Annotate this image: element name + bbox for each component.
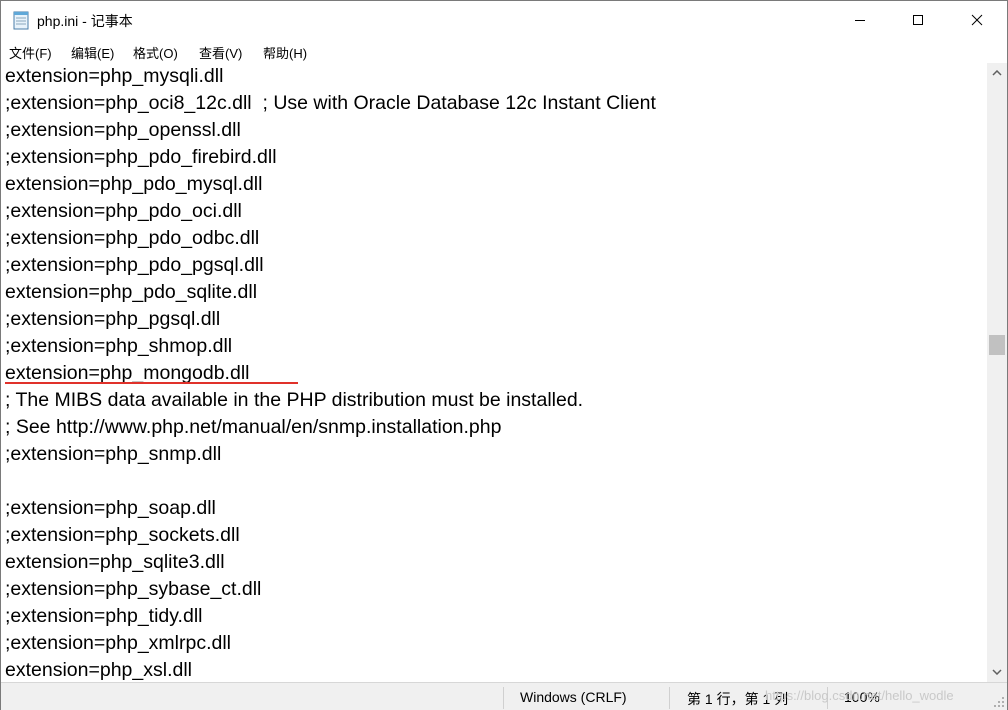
- scroll-thumb[interactable]: [989, 335, 1005, 355]
- maximize-button[interactable]: [889, 1, 947, 39]
- resize-grip-icon[interactable]: [993, 696, 1005, 708]
- scroll-up-arrow-icon: [992, 70, 1002, 76]
- editor-line: extension=php_pdo_mysql.dll: [5, 173, 263, 195]
- editor-line: ;extension=php_pdo_oci.dll: [5, 200, 242, 222]
- status-separator: [669, 687, 670, 709]
- text-editor[interactable]: extension=php_mysqli.dll ;extension=php_…: [1, 63, 987, 682]
- editor-line: ;extension=php_pdo_pgsql.dll: [5, 254, 264, 276]
- close-button[interactable]: [948, 1, 1006, 39]
- window-title: php.ini - 记事本: [37, 13, 133, 29]
- status-encoding: Windows (CRLF): [520, 689, 627, 705]
- editor-line: extension=php_sqlite3.dll: [5, 551, 225, 573]
- notepad-window: php.ini - 记事本 文件(F) 编辑(E) 格式(O) 查看(V) 帮助…: [0, 0, 1008, 710]
- scroll-down-button[interactable]: [987, 662, 1007, 682]
- maximize-icon: [913, 15, 923, 25]
- editor-line: ;extension=php_oci8_12c.dll ; Use with O…: [5, 92, 656, 114]
- minimize-icon: [855, 20, 865, 21]
- editor-line: ;extension=php_snmp.dll: [5, 443, 222, 465]
- scroll-down-arrow-icon: [992, 669, 1002, 675]
- menu-file[interactable]: 文件(F): [9, 43, 52, 62]
- editor-line: ; See http://www.php.net/manual/en/snmp.…: [5, 416, 502, 438]
- editor-line: ;extension=php_shmop.dll: [5, 335, 233, 357]
- close-icon: [971, 14, 983, 26]
- status-separator: [503, 687, 504, 709]
- menu-view[interactable]: 查看(V): [199, 43, 242, 62]
- editor-line: ;extension=php_soap.dll: [5, 497, 216, 519]
- editor-line: ;extension=php_openssl.dll: [5, 119, 241, 141]
- editor-line: ;extension=php_xmlrpc.dll: [5, 632, 232, 654]
- editor-line: ;extension=php_pdo_odbc.dll: [5, 227, 260, 249]
- editor-line: ;extension=php_pdo_firebird.dll: [5, 146, 277, 168]
- editor-line: ;extension=php_pgsql.dll: [5, 308, 221, 330]
- vertical-scrollbar[interactable]: [987, 63, 1007, 682]
- menu-format[interactable]: 格式(O): [133, 43, 178, 62]
- menu-bar: 文件(F) 编辑(E) 格式(O) 查看(V) 帮助(H): [1, 39, 1007, 63]
- editor-line: extension=php_pdo_sqlite.dll: [5, 281, 258, 303]
- title-bar[interactable]: php.ini - 记事本: [1, 1, 1007, 39]
- menu-edit[interactable]: 编辑(E): [71, 43, 114, 62]
- editor-line: ; The MIBS data available in the PHP dis…: [5, 389, 584, 411]
- notepad-icon: [13, 11, 29, 30]
- red-underline-annotation: [5, 382, 298, 384]
- watermark-text: https://blog.csdn.net/hello_wodle: [765, 688, 954, 703]
- minimize-button[interactable]: [831, 1, 889, 39]
- editor-line: ;extension=php_sybase_ct.dll: [5, 578, 262, 600]
- editor-line: ;extension=php_sockets.dll: [5, 524, 240, 546]
- editor-line: extension=php_mysqli.dll: [5, 65, 224, 87]
- editor-line: ;extension=php_tidy.dll: [5, 605, 203, 627]
- status-bar: Windows (CRLF) 第 1 行，第 1 列 100% https://…: [1, 682, 1007, 710]
- editor-line: extension=php_xsl.dll: [5, 659, 193, 681]
- scroll-up-button[interactable]: [987, 63, 1007, 83]
- menu-help[interactable]: 帮助(H): [263, 43, 307, 62]
